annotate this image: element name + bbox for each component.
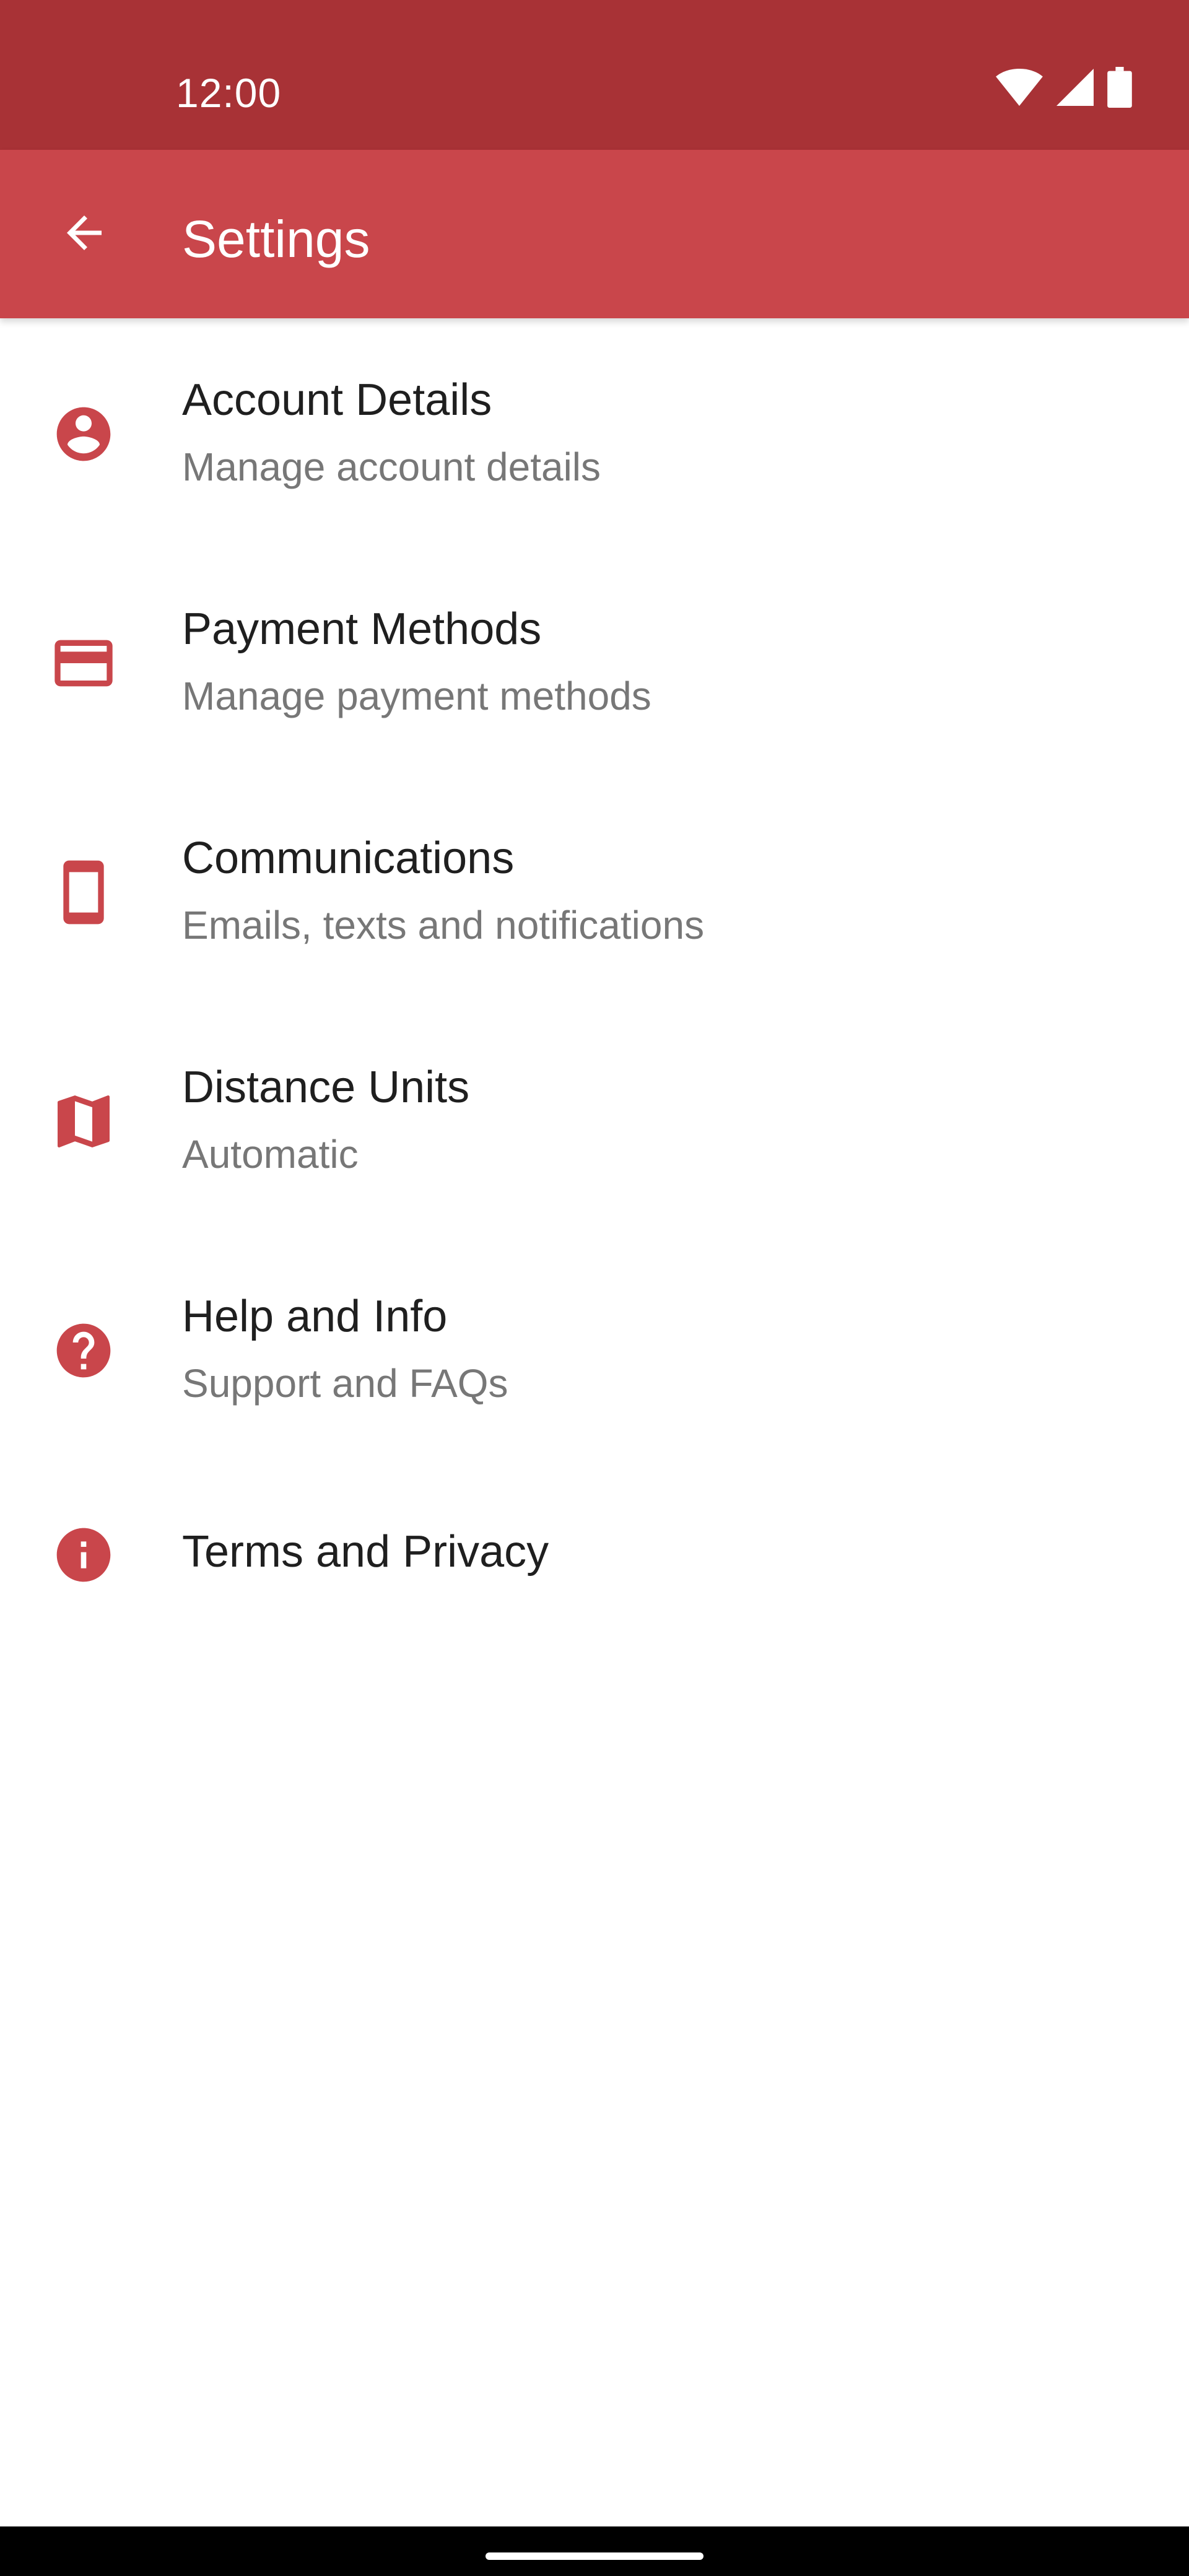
setting-title: Help and Info [182,1292,448,1341]
setting-item-payment-methods[interactable]: Payment Methods Manage payment methods [0,547,1189,777]
cell-signal-icon [1056,68,1094,109]
battery-icon [1107,66,1132,111]
setting-subtitle: Emails, texts and notifications [182,903,705,947]
setting-title: Payment Methods [182,604,542,654]
setting-subtitle: Manage account details [182,445,601,489]
status-time: 12:00 [176,70,282,116]
status-icons [996,66,1132,111]
back-button[interactable] [54,204,114,264]
setting-subtitle: Manage payment methods [182,674,651,718]
setting-item-help-and-info[interactable]: Help and Info Support and FAQs [0,1235,1189,1464]
setting-title: Communications [182,833,515,883]
wifi-icon [996,68,1043,109]
arrow-back-icon [58,207,110,262]
setting-subtitle: Automatic [182,1132,359,1177]
app-bar: Settings [0,150,1189,318]
setting-subtitle: Support and FAQs [182,1361,508,1406]
page-title: Settings [182,210,370,268]
status-bar: 12:00 [0,0,1189,150]
help-icon [48,1315,119,1386]
setting-item-terms-and-privacy[interactable]: Terms and Privacy [0,1464,1189,1643]
setting-title: Terms and Privacy [182,1527,549,1577]
home-indicator[interactable] [486,2552,703,2560]
setting-title: Account Details [182,375,492,425]
smartphone-icon [48,857,119,928]
setting-item-communications[interactable]: Communications Emails, texts and notific… [0,777,1189,1006]
info-icon [48,1520,119,1590]
setting-item-distance-units[interactable]: Distance Units Automatic [0,1006,1189,1235]
credit-card-icon [48,628,119,698]
map-icon [48,1086,119,1157]
setting-title: Distance Units [182,1063,470,1112]
account-circle-icon [48,399,119,469]
settings-list: Account Details Manage account details P… [0,318,1189,1643]
system-nav-bar [0,2526,1189,2576]
setting-item-account-details[interactable]: Account Details Manage account details [0,318,1189,547]
